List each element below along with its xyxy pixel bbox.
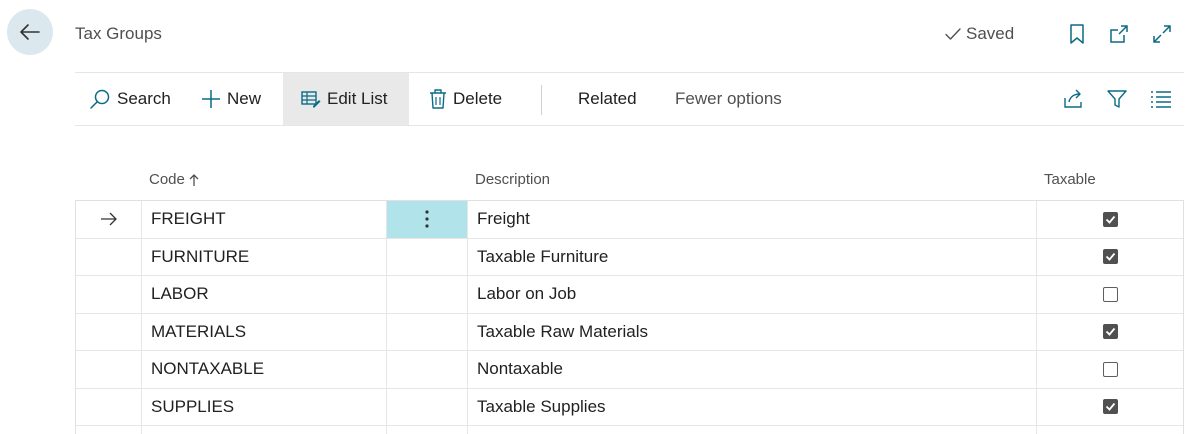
saved-status: Saved: [944, 24, 1014, 44]
description-cell[interactable]: Taxable Supplies: [468, 388, 1037, 425]
taxable-cell[interactable]: [1037, 276, 1183, 313]
edit-list-icon: [301, 91, 321, 108]
row-selector[interactable]: [76, 351, 142, 388]
code-cell[interactable]: MATERIALS: [142, 313, 387, 350]
more-vertical-icon: [425, 210, 429, 228]
row-selector[interactable]: [76, 313, 142, 350]
row-actions-cell[interactable]: [387, 276, 468, 313]
description-cell[interactable]: Nontaxable: [468, 351, 1037, 388]
tax-groups-grid: FREIGHT Freight FURNITURE Taxable Furnit…: [75, 200, 1184, 434]
table-row[interactable]: SUPPLIES Taxable Supplies: [76, 388, 1183, 426]
check-icon: [1105, 403, 1115, 412]
sort-ascending-icon: [189, 173, 199, 186]
table-row[interactable]: LABOR Labor on Job: [76, 276, 1183, 314]
row-selector[interactable]: [76, 201, 142, 238]
back-arrow-icon: [20, 24, 40, 40]
table-row[interactable]: FURNITURE Taxable Furniture: [76, 238, 1183, 276]
share-icon: [1064, 89, 1082, 108]
table-row[interactable]: FREIGHT Freight: [76, 201, 1183, 239]
taxable-cell[interactable]: [1037, 314, 1183, 351]
description-cell[interactable]: Taxable Raw Materials: [468, 313, 1037, 350]
column-header-description[interactable]: Description: [475, 171, 550, 188]
check-icon: [1105, 215, 1115, 224]
code-cell[interactable]: FURNITURE: [142, 238, 387, 275]
taxable-checkbox[interactable]: [1102, 211, 1118, 227]
bookmark-button[interactable]: [1065, 22, 1089, 46]
edit-list-button[interactable]: Edit List: [283, 73, 409, 125]
back-button[interactable]: [7, 9, 53, 55]
current-row-arrow-icon: [100, 212, 117, 226]
trash-icon: [430, 89, 446, 109]
code-cell[interactable]: LABOR: [142, 276, 387, 313]
column-header-code[interactable]: Code: [149, 171, 199, 188]
related-button[interactable]: Related: [578, 73, 637, 125]
expand-icon: [1153, 25, 1171, 43]
row-actions-button[interactable]: [387, 201, 468, 238]
row-selector[interactable]: [76, 426, 142, 434]
list-view-button[interactable]: [1149, 87, 1173, 111]
taxable-checkbox[interactable]: [1102, 324, 1118, 340]
column-header-taxable[interactable]: Taxable: [1044, 171, 1096, 188]
description-cell[interactable]: Labor on Job: [468, 276, 1037, 313]
saved-label: Saved: [966, 24, 1015, 43]
page-title: Tax Groups: [75, 24, 162, 43]
action-bar: Search New Edit List Delete Related Fewe…: [75, 72, 1184, 126]
table-row[interactable]: MATERIALS Taxable Raw Materials: [76, 313, 1183, 351]
code-cell[interactable]: SUPPLIES: [142, 388, 387, 425]
search-icon: [90, 89, 110, 109]
code-cell[interactable]: FREIGHT: [142, 201, 387, 238]
check-icon: [1105, 253, 1115, 262]
new-label: New: [227, 89, 262, 108]
row-actions-cell[interactable]: [387, 351, 468, 388]
checkmark-icon: [945, 28, 961, 40]
description-cell[interactable]: [468, 426, 1037, 434]
filter-button[interactable]: [1105, 87, 1129, 111]
taxable-cell[interactable]: [1037, 389, 1183, 426]
taxable-checkbox[interactable]: [1102, 249, 1118, 265]
fewer-options-label: Fewer options: [675, 89, 782, 108]
expand-button[interactable]: [1150, 22, 1174, 46]
search-button[interactable]: Search: [89, 73, 171, 125]
table-row[interactable]: NONTAXABLE Nontaxable: [76, 351, 1183, 389]
description-cell[interactable]: Taxable Furniture: [468, 238, 1037, 275]
code-cell[interactable]: NONTAXABLE: [142, 351, 387, 388]
row-selector[interactable]: [76, 238, 142, 275]
bookmark-icon: [1070, 24, 1084, 44]
table-row-partial[interactable]: [76, 426, 1183, 434]
open-new-window-button[interactable]: [1107, 22, 1131, 46]
open-new-window-icon: [1110, 25, 1128, 43]
delete-button[interactable]: Delete: [429, 73, 502, 125]
row-selector[interactable]: [76, 388, 142, 425]
taxable-checkbox[interactable]: [1102, 399, 1118, 415]
action-separator: [541, 85, 542, 115]
taxable-checkbox[interactable]: [1102, 286, 1118, 302]
new-button[interactable]: New: [201, 73, 261, 125]
taxable-cell[interactable]: [1037, 239, 1183, 276]
row-actions-cell[interactable]: [387, 238, 468, 275]
edit-list-label: Edit List: [327, 89, 388, 108]
taxable-checkbox[interactable]: [1102, 361, 1118, 377]
row-actions-cell[interactable]: [387, 313, 468, 350]
filter-icon: [1107, 90, 1127, 108]
fewer-options-button[interactable]: Fewer options: [675, 73, 782, 125]
share-button[interactable]: [1061, 87, 1085, 111]
search-label: Search: [117, 89, 171, 108]
taxable-cell[interactable]: [1037, 201, 1183, 238]
list-view-icon: [1151, 91, 1171, 108]
column-header-code-label: Code: [149, 171, 185, 188]
code-cell[interactable]: [142, 426, 387, 434]
related-label: Related: [578, 89, 637, 108]
row-actions-cell[interactable]: [387, 388, 468, 425]
row-selector[interactable]: [76, 276, 142, 313]
taxable-cell[interactable]: [1037, 351, 1183, 388]
check-icon: [1105, 328, 1115, 337]
description-cell[interactable]: Freight: [468, 201, 1037, 238]
row-actions-cell[interactable]: [387, 426, 468, 434]
delete-label: Delete: [453, 89, 503, 108]
plus-icon: [202, 90, 220, 108]
